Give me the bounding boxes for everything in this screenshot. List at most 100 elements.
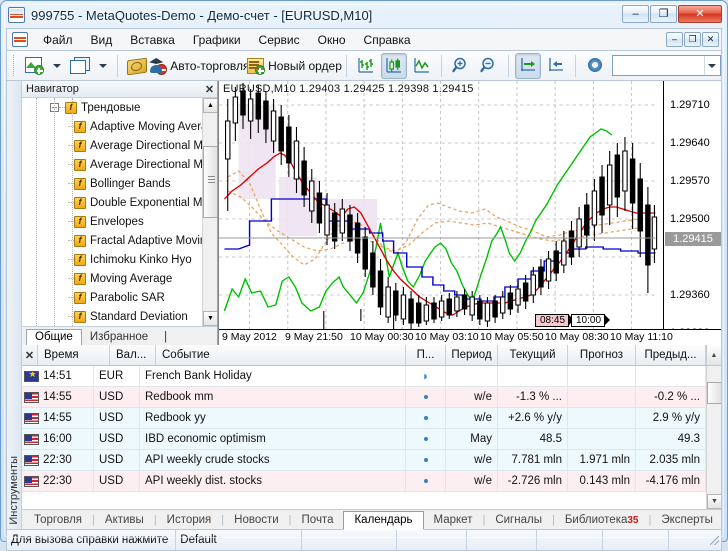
scroll-up-icon[interactable]: ▲	[203, 98, 217, 113]
navigator-scroll-thumb[interactable]	[203, 146, 217, 218]
menu-item-help[interactable]: Справка	[355, 31, 420, 49]
menu-item-window[interactable]: Окно	[309, 31, 355, 49]
new-chart-button[interactable]	[21, 53, 47, 79]
calendar-body[interactable]: 14:51 EUR French Bank Holiday ◗ 14:55	[22, 366, 721, 509]
tree-item-ichimoku[interactable]: f Ichimoku Kinko Hyo	[22, 250, 217, 269]
metaeditor-button[interactable]	[124, 53, 150, 79]
scroll-down-icon[interactable]: ▼	[203, 311, 217, 326]
menu-item-view[interactable]: Вид	[82, 31, 122, 49]
calendar-close-icon[interactable]: ✕	[22, 345, 38, 365]
navigator-tree[interactable]: – f Трендовые f Adaptive Moving Average …	[22, 98, 217, 326]
cell-previous: -4.176 mln	[636, 471, 706, 491]
tree-item-fractal-adaptive-ma[interactable]: f Fractal Adaptive Moving Average	[22, 231, 217, 250]
price-scale[interactable]: 1.29710 1.29640 1.29570 1.29500 1.29360 …	[663, 81, 721, 345]
calendar-scrollbar[interactable]: ▼	[706, 366, 721, 509]
resize-grip[interactable]	[708, 533, 722, 547]
tab-experts[interactable]: Эксперты	[651, 512, 722, 529]
table-row[interactable]: 14:55 USD Redbook mm w/e -1.3 % ... -0.2…	[22, 387, 721, 408]
status-bar: Для вызова справки нажмите Default	[6, 530, 722, 551]
function-icon: f	[65, 101, 77, 114]
column-header-previous[interactable]: Предыд...	[636, 345, 706, 365]
tree-item-bollinger-bands[interactable]: f Bollinger Bands	[22, 174, 217, 193]
navigator-tab-common[interactable]: Общие	[26, 329, 82, 346]
tab-signals[interactable]: Сигналы	[485, 512, 552, 529]
chevron-down-icon[interactable]	[703, 56, 720, 75]
tab-news[interactable]: Новости	[224, 512, 289, 529]
tree-item-adx-wilder[interactable]: f Average Directional Movement Index Wil…	[22, 155, 217, 174]
auto-scroll-button[interactable]	[514, 52, 541, 79]
column-header-actual[interactable]: Текущий	[498, 345, 568, 365]
tree-item-double-ema[interactable]: f Double Exponential Moving Average	[22, 193, 217, 212]
crosshair-time-tag[interactable]: 10:00	[571, 314, 611, 327]
collapse-icon[interactable]: –	[50, 103, 59, 112]
menu-item-file[interactable]: Файл	[34, 31, 82, 49]
tab-mailbox[interactable]: Почта	[292, 512, 344, 529]
mdi-restore-button[interactable]: ❐	[684, 32, 701, 47]
close-button[interactable]: ✕	[678, 5, 722, 23]
menu-item-insert[interactable]: Вставка	[121, 31, 184, 49]
bar-chart-button[interactable]	[353, 53, 379, 79]
tab-exposure[interactable]: Активы	[95, 512, 154, 529]
toolbar-grip[interactable]	[13, 55, 16, 76]
table-row[interactable]: 14:51 EUR French Bank Holiday ◗	[22, 366, 721, 387]
profiles-button[interactable]	[67, 53, 93, 79]
zoom-out-button[interactable]	[476, 53, 502, 79]
time-scale[interactable]: 9 May 2012 9 May 21:50 10 May 00:30 10 M…	[219, 329, 721, 345]
chart-canvas[interactable]	[219, 81, 721, 345]
profiles-dropdown[interactable]	[95, 53, 111, 79]
column-header-currency[interactable]: Вал...	[110, 345, 156, 365]
title-bar: 999755 - MetaQuotes-Demo - Демо-счет - […	[2, 2, 726, 28]
mdi-close-button[interactable]: ✕	[702, 32, 719, 47]
zoom-in-button[interactable]	[448, 53, 474, 79]
new-order-button[interactable]: Новый ордер	[247, 53, 342, 79]
chart-window[interactable]: EURUSD,M10 1.29403 1.29425 1.29398 1.294…	[218, 81, 721, 345]
tab-market[interactable]: Маркет	[424, 512, 483, 529]
column-header-priority[interactable]: П...	[406, 345, 446, 365]
tree-item-label: Standard Deviation	[90, 310, 188, 323]
column-header-period[interactable]: Период	[446, 345, 498, 365]
chart-shift-button[interactable]	[543, 53, 569, 79]
table-row[interactable]: 14:55 USD Redbook yy w/e +2.6 % y/y 2.9 …	[22, 408, 721, 429]
tree-item-moving-average[interactable]: f Moving Average	[22, 269, 217, 288]
table-row[interactable]: 16:00 USD IBD economic optimism May 48.5…	[22, 429, 721, 450]
timeframe-combo[interactable]	[611, 55, 721, 76]
current-price-label: 1.29415	[665, 232, 721, 246]
calendar-scroll-thumb[interactable]	[707, 382, 721, 404]
calendar-scroll-up-icon[interactable]: ▲	[706, 345, 721, 365]
autotrading-button[interactable]: Авто-торговля	[150, 53, 249, 79]
column-header-time[interactable]: Время	[38, 345, 110, 365]
window-controls: – ❐ ✕	[622, 5, 722, 23]
maximize-button[interactable]: ❐	[650, 5, 677, 23]
tab-history[interactable]: История	[157, 512, 222, 529]
navigator-scrollbar[interactable]: ▲ ▼	[202, 98, 217, 326]
tree-item-parabolic-sar[interactable]: f Parabolic SAR	[22, 288, 217, 307]
column-header-forecast[interactable]: Прогноз	[568, 345, 636, 365]
table-row[interactable]: 22:30 USD API weekly dist. stocks w/e -2…	[22, 471, 721, 492]
cell-previous	[636, 366, 706, 386]
candlestick-chart-button[interactable]	[381, 52, 408, 79]
tree-item-adx[interactable]: f Average Directional Movement Index	[22, 136, 217, 155]
tab-calendar[interactable]: Календарь	[343, 511, 424, 530]
tree-item-envelopes[interactable]: f Envelopes	[22, 212, 217, 231]
new-order-label: Новый ордер	[268, 58, 342, 73]
navigator-tab-favorites[interactable]: Избранное	[82, 330, 156, 345]
tools-rail[interactable]: Инструменты	[7, 81, 22, 529]
table-row[interactable]: 22:30 USD API weekly crude stocks w/e 7.…	[22, 450, 721, 471]
column-header-event[interactable]: Событие	[156, 345, 406, 365]
tree-group-trend[interactable]: – f Трендовые	[22, 98, 217, 117]
navigator-close-icon[interactable]: ✕	[202, 83, 217, 96]
menu-item-tools[interactable]: Сервис	[250, 31, 309, 49]
minimize-button[interactable]: –	[622, 5, 649, 23]
tree-item-standard-deviation[interactable]: f Standard Deviation	[22, 307, 217, 326]
line-chart-button[interactable]	[409, 53, 435, 79]
mdi-minimize-button[interactable]: –	[666, 32, 683, 47]
new-chart-dropdown[interactable]	[49, 53, 65, 79]
bar-chart-icon	[356, 56, 376, 75]
tab-library[interactable]: Библиотека35	[555, 512, 649, 529]
crosshair-time-tag-selected[interactable]: 08:45	[535, 314, 575, 327]
tab-trade[interactable]: Торговля	[24, 512, 92, 529]
menu-item-charts[interactable]: Графики	[184, 31, 250, 49]
indicators-settings-button[interactable]	[582, 53, 608, 79]
tree-item-adaptive-moving-average[interactable]: f Adaptive Moving Average	[22, 117, 217, 136]
calendar-scroll-down-icon[interactable]: ▼	[707, 494, 721, 509]
